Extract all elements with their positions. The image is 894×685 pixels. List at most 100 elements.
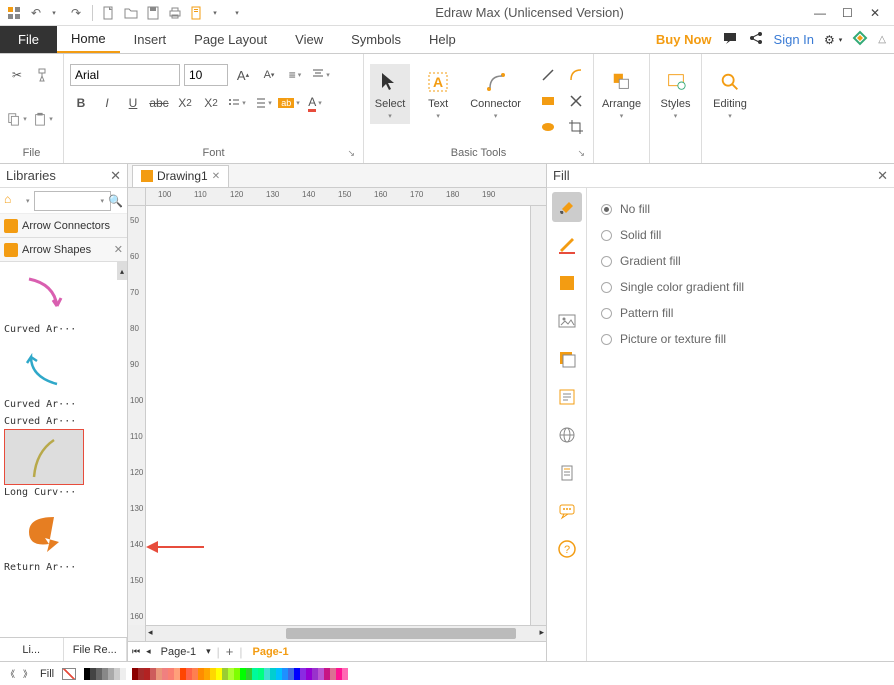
tab-symbols[interactable]: Symbols <box>337 26 415 53</box>
select-tool[interactable]: Select ▾ <box>370 64 410 124</box>
arrange-button[interactable]: Arrange ▾ <box>598 64 645 124</box>
rail-text-icon[interactable] <box>552 382 582 412</box>
connector-tool[interactable]: Connector ▾ <box>466 64 525 124</box>
superscript-icon[interactable]: X2 <box>200 92 222 114</box>
rail-help-icon[interactable]: ? <box>552 534 582 564</box>
edraw-logo-icon[interactable] <box>852 30 868 49</box>
page-nav-first-icon[interactable]: ⏮ <box>132 646 140 657</box>
decrease-font-icon[interactable]: A▾ <box>258 64 280 86</box>
ruler-horizontal[interactable]: 100 110 120 130 140 150 160 170 180 190 <box>128 188 546 206</box>
rail-picture-icon[interactable] <box>552 306 582 336</box>
libraries-home-dropdown-icon[interactable]: ▾ <box>26 197 30 205</box>
export-dropdown-icon[interactable]: ▾ <box>207 5 223 21</box>
basic-tools-launcher-icon[interactable]: ↘ <box>577 148 585 159</box>
sign-in-link[interactable]: Sign In <box>774 32 814 47</box>
strikethrough-icon[interactable]: abc <box>148 92 170 114</box>
fill-option-solid[interactable]: Solid fill <box>601 228 880 242</box>
cut-icon[interactable]: ✂ <box>6 64 28 86</box>
font-size-select[interactable] <box>184 64 228 86</box>
fill-option-single-gradient[interactable]: Single color gradient fill <box>601 280 880 294</box>
status-nav-prev-icon[interactable]: 《 <box>6 667 15 680</box>
spacing-icon[interactable] <box>252 92 274 114</box>
shape-item[interactable]: Return Ar··· <box>4 504 84 573</box>
rail-comment-icon[interactable] <box>552 496 582 526</box>
fill-option-picture[interactable]: Picture or texture fill <box>601 332 880 346</box>
color-swatch[interactable] <box>342 668 348 680</box>
page-tab-active[interactable]: Page-1 <box>249 646 293 658</box>
undo-icon[interactable]: ↶ <box>28 5 44 21</box>
line-tool-icon[interactable] <box>537 64 559 86</box>
lib-tab-file[interactable]: File Re... <box>64 638 128 661</box>
save-icon[interactable] <box>145 5 161 21</box>
new-icon[interactable] <box>101 5 117 21</box>
lib-tab-li[interactable]: Li... <box>0 638 64 661</box>
search-dropdown-icon[interactable]: ▾ <box>101 197 105 205</box>
shapes-scroll-up[interactable]: ▴ <box>117 262 127 280</box>
undo-dropdown-icon[interactable]: ▾ <box>46 5 62 21</box>
scrollbar-vertical[interactable] <box>530 206 546 625</box>
tab-page-layout[interactable]: Page Layout <box>180 26 281 53</box>
close-button[interactable]: ✕ <box>870 6 884 20</box>
print-icon[interactable] <box>167 5 183 21</box>
subscript-icon[interactable]: X2 <box>174 92 196 114</box>
lib-section-connectors[interactable]: Arrow Connectors <box>0 214 127 238</box>
increase-font-icon[interactable]: A▴ <box>232 64 254 86</box>
crop-tool-icon[interactable] <box>565 116 587 138</box>
fill-close-icon[interactable]: ✕ <box>877 168 888 184</box>
page-tab[interactable]: Page-1 <box>157 646 200 658</box>
bullets-icon[interactable] <box>226 92 248 114</box>
add-page-icon[interactable]: + <box>226 644 234 659</box>
buy-now-link[interactable]: Buy Now <box>656 32 712 47</box>
rectangle-tool-icon[interactable] <box>537 90 559 112</box>
qat-customize-icon[interactable]: ▾ <box>229 5 245 21</box>
font-launcher-icon[interactable]: ↘ <box>347 148 355 159</box>
libraries-close-icon[interactable]: ✕ <box>110 168 121 184</box>
vertical-align-icon[interactable] <box>310 64 332 86</box>
underline-icon[interactable]: U <box>122 92 144 114</box>
delete-tool-icon[interactable] <box>565 90 587 112</box>
file-menu[interactable]: File <box>0 26 57 53</box>
no-fill-swatch[interactable] <box>62 668 76 680</box>
share-icon[interactable] <box>748 30 764 49</box>
settings-icon[interactable]: ⚙ <box>824 33 835 47</box>
ruler-vertical[interactable]: 50 60 70 80 90 100 110 120 130 140 150 1… <box>128 206 146 625</box>
shape-item[interactable]: Curved Ar··· <box>4 266 84 335</box>
collapse-ribbon-icon[interactable]: △ <box>878 34 886 45</box>
tab-home[interactable]: Home <box>57 26 120 53</box>
rail-hyperlink-icon[interactable] <box>552 420 582 450</box>
libraries-search-input[interactable] <box>34 191 111 211</box>
ellipse-tool-icon[interactable] <box>537 116 559 138</box>
scroll-left-icon[interactable]: ◂ <box>148 627 153 638</box>
document-tab[interactable]: Drawing1 ✕ <box>132 165 229 187</box>
page-dropdown-icon[interactable]: ▾ <box>206 646 211 657</box>
rail-shadow-icon[interactable] <box>552 268 582 298</box>
tab-insert[interactable]: Insert <box>120 26 181 53</box>
shape-item-selected[interactable]: Long Curv··· <box>4 429 84 498</box>
redo-icon[interactable]: ↷ <box>68 5 84 21</box>
status-nav-next-icon[interactable]: 》 <box>23 667 32 680</box>
rail-line-icon[interactable] <box>552 230 582 260</box>
settings-dropdown-icon[interactable]: ▾ <box>839 36 843 44</box>
export-icon[interactable] <box>189 5 205 21</box>
feedback-icon[interactable] <box>722 30 738 49</box>
libraries-home-icon[interactable]: ⌂ <box>4 192 22 210</box>
scroll-right-icon[interactable]: ▸ <box>539 627 544 638</box>
copy-icon[interactable] <box>6 108 28 130</box>
font-name-select[interactable] <box>70 64 180 86</box>
rail-fill-icon[interactable] <box>552 192 582 222</box>
search-icon[interactable]: 🔍 <box>108 194 123 208</box>
minimize-button[interactable]: — <box>814 6 828 20</box>
open-icon[interactable] <box>123 5 139 21</box>
fill-option-pattern[interactable]: Pattern fill <box>601 306 880 320</box>
editing-button[interactable]: Editing ▾ <box>708 64 752 124</box>
maximize-button[interactable]: ☐ <box>842 6 856 20</box>
highlight-icon[interactable]: ab <box>278 92 300 114</box>
fill-option-gradient[interactable]: Gradient fill <box>601 254 880 268</box>
italic-icon[interactable]: I <box>96 92 118 114</box>
scrollbar-thumb[interactable] <box>286 628 516 639</box>
lib-section-shapes[interactable]: Arrow Shapes ✕ <box>0 238 127 262</box>
text-tool[interactable]: A Text ▾ <box>418 64 458 124</box>
styles-button[interactable]: Styles ▾ <box>656 64 695 124</box>
page-nav-prev-icon[interactable]: ◂ <box>146 646 151 657</box>
font-color-icon[interactable]: A <box>304 92 326 114</box>
